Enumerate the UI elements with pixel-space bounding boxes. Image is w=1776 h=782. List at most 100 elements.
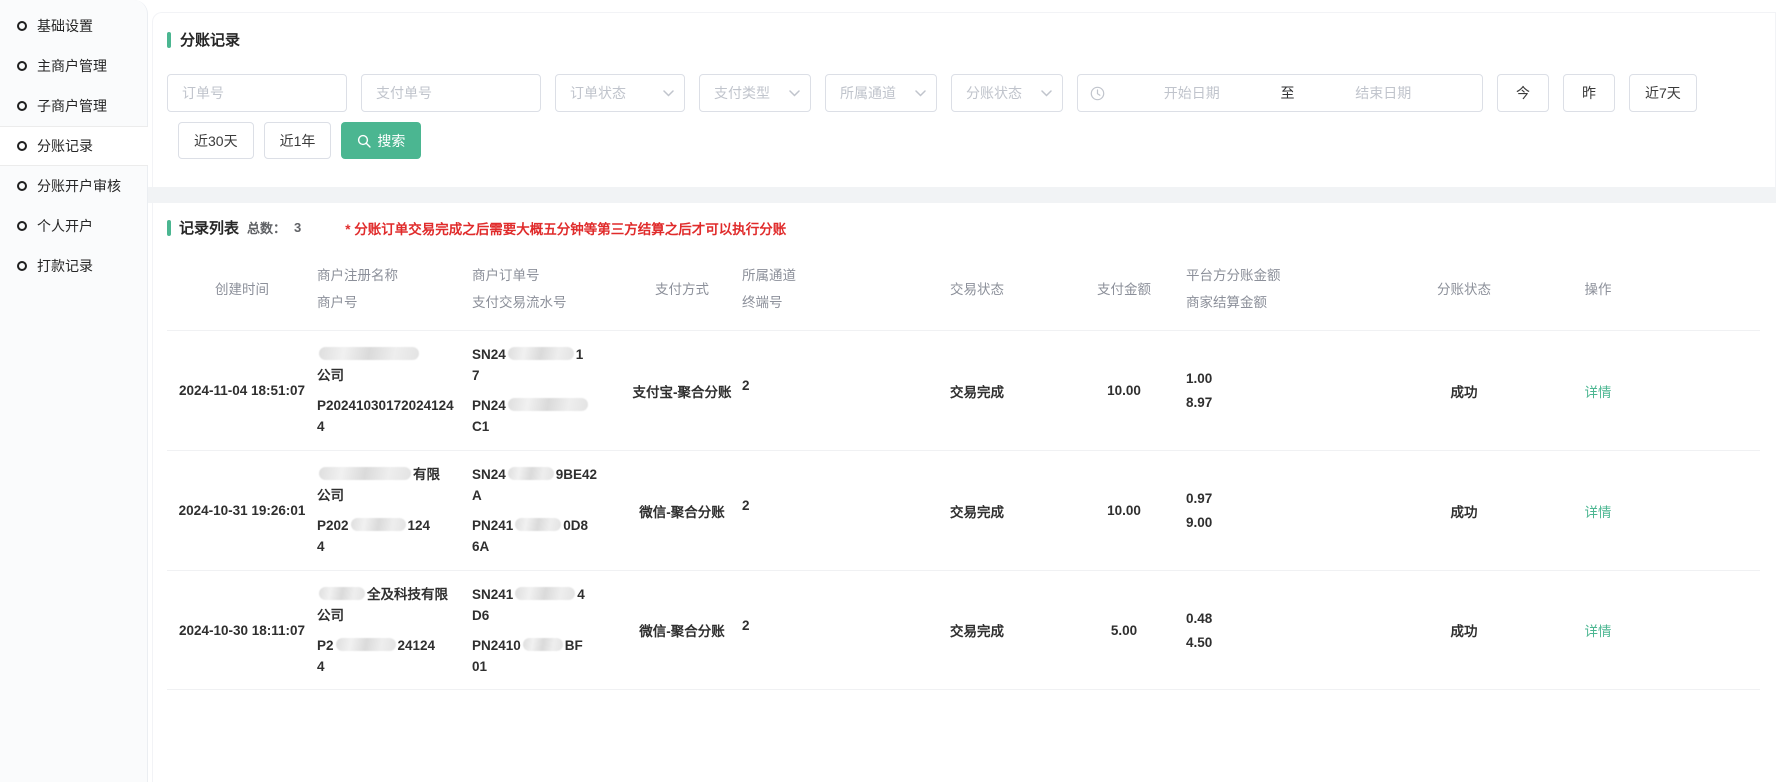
settlement-note: * 分账订单交易完成之后需要大概五分钟等第三方结算之后才可以执行分账	[345, 218, 786, 238]
main-content: 分账记录 订单状态 支付类型 所属通道 分账状态	[148, 0, 1776, 782]
pay-flow-no-text: PN2410BF01	[472, 635, 583, 677]
cell-created-time: 2024-11-04 18:51:07	[167, 331, 317, 450]
list-title: 记录列表	[179, 217, 239, 238]
text-line: SN2414	[472, 584, 585, 605]
text-line: 4	[317, 656, 435, 677]
merchant-amount: 4.50	[1186, 635, 1212, 650]
redacted-text	[508, 347, 574, 360]
cell-actions: 详情	[1542, 331, 1654, 450]
pay-no-input[interactable]	[361, 74, 541, 112]
last7days-button[interactable]: 近7天	[1629, 74, 1697, 112]
cell-trade-status: 交易完成	[892, 571, 1062, 689]
col-order-no: 商户订单号支付交易流水号	[472, 248, 622, 330]
text-line: 公司	[317, 605, 448, 626]
cell-pay-method: 微信-聚合分账	[622, 571, 742, 689]
cell-pay-method: 微信-聚合分账	[622, 451, 742, 570]
platform-amount: 0.48	[1186, 611, 1212, 626]
filter-row-2: 近30天 近1年 搜索	[178, 122, 1759, 159]
cell-pay-amount: 10.00	[1062, 451, 1186, 570]
redacted-text	[515, 518, 561, 531]
merchant-amount: 9.00	[1186, 515, 1212, 530]
merchant-name-text: 公司	[317, 344, 421, 386]
section-divider	[148, 187, 1776, 203]
app-window: 基础设置 主商户管理 子商户管理 分账记录 分账开户审核 个人开户 打款记录	[0, 0, 1776, 782]
sidebar-item-label: 基础设置	[37, 16, 93, 36]
redacted-text	[319, 347, 419, 360]
start-date-placeholder: 开始日期	[1105, 83, 1279, 103]
yesterday-button[interactable]: 昨	[1563, 74, 1615, 112]
text-line: D6	[472, 605, 585, 626]
text-line: 有限	[317, 464, 440, 485]
channel-select[interactable]: 所属通道	[825, 74, 937, 112]
sidebar-item-payment-records[interactable]: 打款记录	[0, 246, 147, 286]
date-separator: 至	[1279, 83, 1297, 103]
record-list-panel: 记录列表 总数： 3 * 分账订单交易完成之后需要大概五分钟等第三方结算之后才可…	[152, 203, 1776, 782]
text-line: 7	[472, 365, 583, 386]
table-row: 2024-10-30 18:11:07 全及科技有限公司 P2241244 SN…	[167, 570, 1760, 690]
merchant-name-text: 有限公司	[317, 464, 440, 506]
circle-icon	[17, 21, 27, 31]
platform-amount: 0.97	[1186, 491, 1212, 506]
text-line: 6A	[472, 536, 588, 557]
sidebar-item-label: 打款记录	[37, 256, 93, 276]
sidebar-item-basic-settings[interactable]: 基础设置	[0, 6, 147, 46]
order-status-select[interactable]: 订单状态	[555, 74, 685, 112]
text-line: 4	[317, 416, 454, 437]
cell-split-status: 成功	[1386, 451, 1542, 570]
list-header: 记录列表 总数： 3 * 分账订单交易完成之后需要大概五分钟等第三方结算之后才可…	[167, 217, 1760, 238]
text-line	[317, 344, 421, 365]
today-button[interactable]: 今	[1497, 74, 1549, 112]
cell-trade-status: 交易完成	[892, 331, 1062, 450]
cell-actions: 详情	[1542, 571, 1654, 689]
total-label: 总数：	[247, 218, 286, 237]
order-no-text: SN249BE42A	[472, 464, 597, 506]
detail-link[interactable]: 详情	[1585, 620, 1612, 640]
title-accent-bar	[167, 32, 171, 48]
pay-type-select[interactable]: 支付类型	[699, 74, 811, 112]
sidebar-item-label: 主商户管理	[37, 56, 107, 76]
redacted-text	[336, 638, 396, 651]
col-pay-amount: 支付金额	[1062, 248, 1186, 330]
circle-icon	[17, 181, 27, 191]
col-merchant-name: 商户注册名称商户号	[317, 248, 472, 330]
text-line: 公司	[317, 485, 440, 506]
detail-link[interactable]: 详情	[1585, 381, 1612, 401]
merchant-name-text: 全及科技有限公司	[317, 584, 448, 626]
sidebar-item-split-records[interactable]: 分账记录	[0, 126, 148, 166]
search-button[interactable]: 搜索	[341, 122, 421, 159]
date-range-picker[interactable]: 开始日期 至 结束日期	[1077, 74, 1483, 112]
cell-split-status: 成功	[1386, 571, 1542, 689]
redacted-text	[515, 587, 575, 600]
search-icon	[357, 134, 371, 148]
clock-icon	[1090, 86, 1105, 101]
split-status-select[interactable]: 分账状态	[951, 74, 1063, 112]
merchant-no-text: P2021244	[317, 515, 430, 557]
text-line: SN241	[472, 344, 583, 365]
sidebar-item-split-account-review[interactable]: 分账开户审核	[0, 166, 147, 206]
cell-merchant-name: 有限公司 P2021244	[317, 451, 472, 570]
sidebar-item-label: 分账开户审核	[37, 176, 121, 196]
cell-order-no: SN249BE42A PN2410D86A	[472, 451, 622, 570]
col-trade-status: 交易状态	[892, 248, 1062, 330]
filter-row: 订单状态 支付类型 所属通道 分账状态 开始日期	[167, 74, 1759, 112]
sidebar-item-personal-account[interactable]: 个人开户	[0, 206, 147, 246]
circle-icon	[17, 261, 27, 271]
redacted-text	[319, 467, 411, 480]
sidebar-item-label: 个人开户	[37, 216, 93, 236]
text-line: P224124	[317, 635, 435, 656]
redacted-text	[351, 518, 406, 531]
detail-link[interactable]: 详情	[1585, 501, 1612, 521]
last30days-button[interactable]: 近30天	[178, 122, 254, 159]
sidebar-item-sub-merchant[interactable]: 子商户管理	[0, 86, 147, 126]
order-no-text: SN2414D6	[472, 584, 585, 626]
last1year-button[interactable]: 近1年	[264, 122, 332, 159]
pay-flow-no-text: PN24C1	[472, 395, 590, 437]
order-no-input[interactable]	[167, 74, 347, 112]
sidebar-item-main-merchant[interactable]: 主商户管理	[0, 46, 147, 86]
cell-trade-status: 交易完成	[892, 451, 1062, 570]
sidebar-item-label: 分账记录	[37, 136, 93, 156]
cell-pay-method: 支付宝-聚合分账	[622, 331, 742, 450]
redacted-text	[508, 467, 554, 480]
cell-merchant-name: 公司 P202410301720241244	[317, 331, 472, 450]
text-line: P202124	[317, 515, 430, 536]
